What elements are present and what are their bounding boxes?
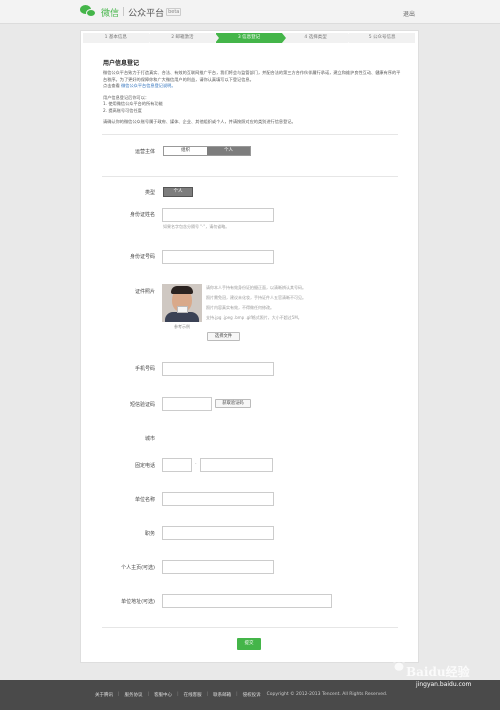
sample-id-photo xyxy=(162,284,202,322)
category-note: 请确认你的微信公众账号属于政府、媒体、企业、其他组织或个人，并请按照对应的类别进… xyxy=(103,119,296,124)
step-email-activation: 2 邮箱激活 xyxy=(149,33,219,43)
footer-link-terms[interactable]: 服务协议 xyxy=(125,692,143,698)
sms-code-input[interactable] xyxy=(162,397,212,411)
phone-number-input[interactable] xyxy=(200,458,273,472)
registration-guide-link[interactable]: 微信公众平台信息登记说明。 xyxy=(121,83,175,88)
photo-hint: 照片需免冠，建议未化妆，手持证件人五官清晰不可见。 xyxy=(206,295,306,300)
job-input[interactable] xyxy=(162,526,274,540)
logo-subtitle: 公众平台 xyxy=(128,8,165,19)
intro-paragraph: 微信公众平台致力于打造真实、合法、有效的互联网推广平台，我们将会与监管部门，并配… xyxy=(103,70,401,82)
subject-option-organization[interactable]: 组织 xyxy=(164,147,207,155)
logout-link[interactable]: 退出 xyxy=(403,9,415,18)
footer-link-support[interactable]: 在线客服 xyxy=(184,692,202,698)
intro-section: 用户信息登记 微信公众平台致力于打造真实、合法、有效的互联网推广平台，我们将会与… xyxy=(103,58,403,126)
footer-link-email[interactable]: 联系邮箱 xyxy=(213,692,231,698)
wechat-icon xyxy=(80,5,98,19)
submit-button[interactable]: 提交 xyxy=(237,638,261,650)
baidu-watermark: Baidu经验 jingyan.baidu.com xyxy=(388,653,498,693)
top-bar: 微信 | 公众平台 beta 退出 xyxy=(0,0,500,24)
copyright-text: Copyright © 2012-2013 Tencent. All Right… xyxy=(266,692,388,697)
area-code-input[interactable] xyxy=(162,458,192,472)
wechat-logo[interactable]: 微信 | 公众平台 beta xyxy=(80,5,182,19)
benefit-item: 2. 提高账号可信任度 xyxy=(103,107,142,113)
watermark-url: jingyan.baidu.com xyxy=(416,681,472,688)
company-label: 单位名称 xyxy=(134,497,155,503)
step-info-registration: 3 信息登记 xyxy=(216,33,286,43)
subject-option-individual[interactable]: 个人 xyxy=(207,147,250,155)
logo-text: 微信 xyxy=(101,8,120,19)
id-name-hint: 如果名字包含分隔号 "·"，请勿省略。 xyxy=(163,224,230,229)
photo-hint: 支持.jpg .jpeg .bmp .gif格式照片，大小不超过5M。 xyxy=(206,315,302,320)
photo-hint: 请你本人手持有效身份证拍摄正面，以清晰辨认其号码。 xyxy=(206,285,306,290)
watermark-brand: Baidu经验 xyxy=(406,665,470,679)
phone-input[interactable] xyxy=(162,362,274,376)
divider xyxy=(102,176,398,177)
id-number-input[interactable] xyxy=(162,250,274,264)
step-progress: 1 基本信息 2 邮箱激活 3 信息登记 4 选择类型 5 公众号信息 xyxy=(83,33,416,43)
step-choose-type: 4 选择类型 xyxy=(282,33,352,43)
city-label: 城市 xyxy=(144,436,155,442)
id-name-label: 身份证姓名 xyxy=(129,212,155,218)
divider xyxy=(102,627,398,628)
personal-site-input[interactable] xyxy=(162,560,274,574)
company-address-label: 单位地址(可选) xyxy=(121,599,155,605)
subject-toggle: 组织 个人 xyxy=(163,146,251,156)
type-value-badge: 个人 xyxy=(163,187,193,197)
footer-link-help[interactable]: 客服中心 xyxy=(154,692,172,698)
type-label: 类型 xyxy=(144,190,155,196)
id-photo-label: 证件照片 xyxy=(134,289,155,295)
landline-label: 固定电话 xyxy=(134,463,155,469)
company-address-input[interactable] xyxy=(162,594,332,608)
sms-code-label: 短信验证码 xyxy=(129,402,155,408)
footer-links: 关于腾讯 | 服务协议 | 客服中心 | 在线客服 | 联系邮箱 | 侵权投诉 Copyr… xyxy=(95,692,388,698)
choose-file-button[interactable]: 选择文件 xyxy=(207,332,240,341)
intro-title: 用户信息登记 xyxy=(103,60,140,67)
footer-link-about[interactable]: 关于腾讯 xyxy=(95,692,113,698)
photo-caption: 参考示例 xyxy=(174,324,190,329)
intro-link-line: 点击查看 微信公众平台信息登记说明。 xyxy=(103,83,403,90)
phone-label: 手机号码 xyxy=(134,366,155,372)
intro-link-prefix: 点击查看 xyxy=(103,83,120,88)
logo-separator: | xyxy=(122,7,126,17)
beta-badge: beta xyxy=(166,8,182,16)
personal-site-label: 个人主页(可选) xyxy=(121,565,155,571)
id-number-label: 身份证号码 xyxy=(129,254,155,260)
landline-separator: - xyxy=(195,461,197,466)
id-name-input[interactable] xyxy=(162,208,274,222)
get-code-button[interactable]: 获取验证码 xyxy=(215,399,251,408)
subject-label: 运营主体 xyxy=(134,149,155,155)
step-account-info: 5 公众号信息 xyxy=(349,33,416,43)
photo-hint: 照片内容真实有效，不得做任何修改。 xyxy=(206,305,274,310)
job-label: 职务 xyxy=(144,531,155,537)
company-input[interactable] xyxy=(162,492,274,506)
step-basic-info: 1 基本信息 xyxy=(83,33,153,43)
footer-link-report[interactable]: 侵权投诉 xyxy=(243,692,261,698)
divider xyxy=(102,134,398,135)
